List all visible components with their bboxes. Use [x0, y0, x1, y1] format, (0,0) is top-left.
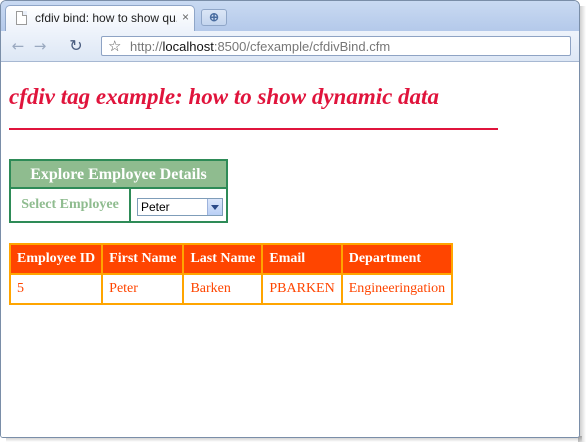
cell-last-name: Barken [182, 273, 264, 305]
column-header-first-name: First Name [101, 243, 185, 275]
address-bar[interactable]: ☆ http://localhost:8500/cfexample/cfdivB… [101, 36, 571, 56]
cell-first-name: Peter [101, 273, 185, 305]
url-host: localhost [162, 39, 214, 54]
tab-strip: cfdiv bind: how to show qu... × ⊕ [1, 1, 579, 31]
select-employee-label: Select Employee [11, 189, 131, 221]
cell-department: Engineeringation [340, 273, 454, 305]
tab-title: cfdiv bind: how to show qu... [35, 11, 177, 25]
explore-employee-box: Explore Employee Details Select Employee… [9, 159, 228, 223]
explore-employee-title: Explore Employee Details [11, 161, 226, 189]
url-text[interactable]: http://localhost:8500/cfexample/cfdivBin… [130, 39, 390, 54]
column-header-email: Email [261, 243, 343, 275]
reload-icon[interactable]: ↻ [67, 37, 85, 55]
heading-rule [9, 128, 498, 130]
tab-close-icon[interactable]: × [182, 10, 189, 24]
column-header-department: Department [340, 243, 454, 275]
bookmark-star-icon[interactable]: ☆ [108, 37, 121, 55]
new-tab-icon: ⊕ [209, 10, 220, 24]
tab-active[interactable]: cfdiv bind: how to show qu... × [5, 5, 195, 31]
employee-table: Employee ID First Name Last Name Email D… [8, 243, 454, 305]
back-icon[interactable]: ← [9, 37, 27, 55]
page-content: cfdiv tag example: how to show dynamic d… [1, 62, 579, 437]
table-header-row: Employee ID First Name Last Name Email D… [8, 243, 454, 275]
page-icon [16, 11, 27, 25]
url-scheme: http:// [130, 39, 163, 54]
table-row: 5 Peter Barken PBARKEN Engineeringation [8, 273, 454, 305]
browser-window: cfdiv bind: how to show qu... × ⊕ ← → ↻ … [0, 0, 580, 438]
page-heading: cfdiv tag example: how to show dynamic d… [9, 84, 439, 109]
column-header-employee-id: Employee ID [8, 243, 104, 275]
employee-select-wrapper: Peter [137, 198, 223, 216]
browser-toolbar: ← → ↻ ☆ http://localhost:8500/cfexample/… [1, 31, 579, 62]
cell-email: PBARKEN [261, 273, 343, 305]
employee-select[interactable]: Peter [137, 198, 223, 216]
forward-icon[interactable]: → [31, 37, 49, 55]
column-header-last-name: Last Name [182, 243, 264, 275]
cell-employee-id: 5 [8, 273, 104, 305]
url-path: :8500/cfexample/cfdivBind.cfm [213, 39, 391, 54]
new-tab-button[interactable]: ⊕ [201, 9, 227, 26]
